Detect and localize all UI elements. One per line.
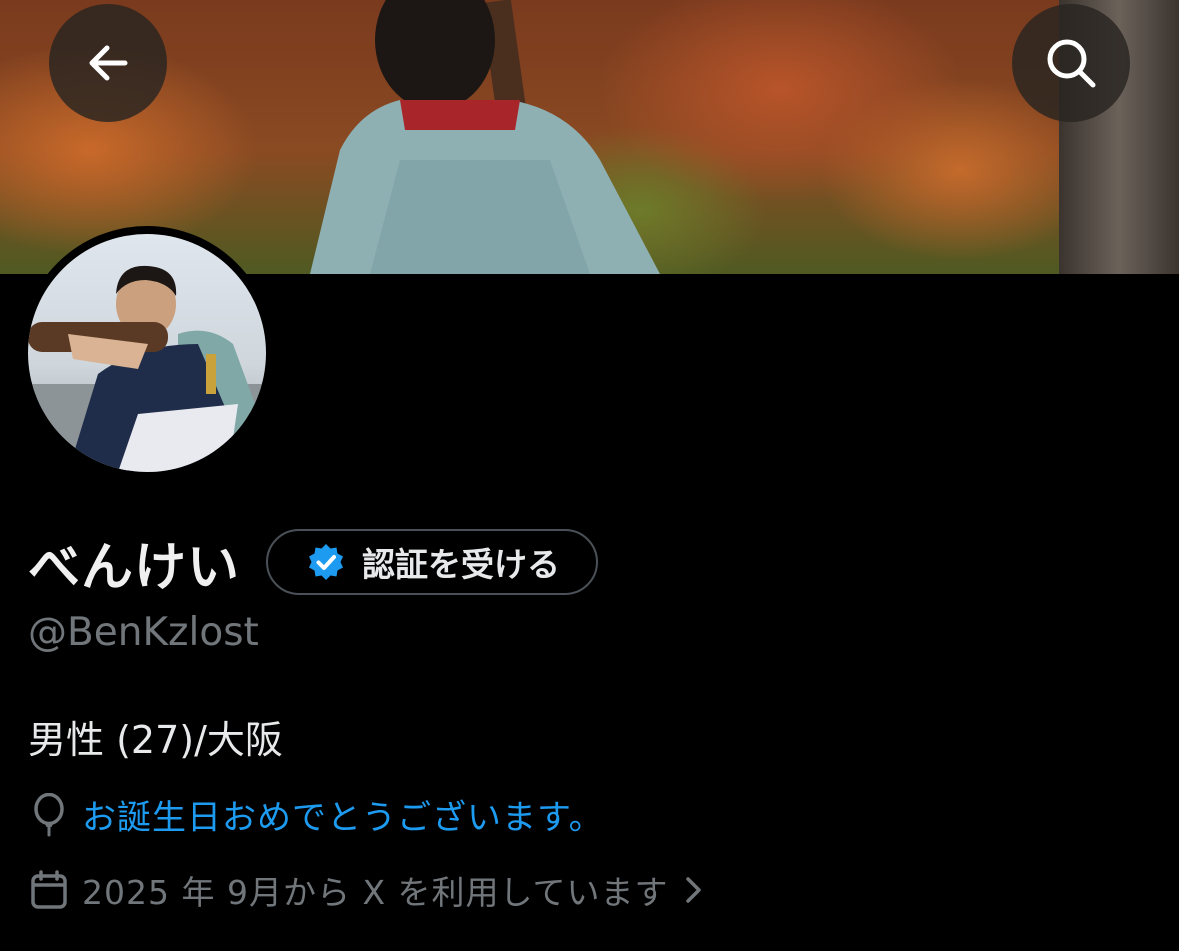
- get-verified-label: 認証を受ける: [362, 545, 561, 584]
- profile-name-row: べんけい 認証を受ける: [28, 527, 599, 598]
- avatar-photo: [28, 234, 266, 472]
- back-button[interactable]: [49, 4, 167, 122]
- calendar-icon: [31, 870, 67, 909]
- search-button[interactable]: [1012, 4, 1130, 122]
- birthday-text: お誕生日おめでとうございます。: [82, 798, 604, 838]
- arrow-left-icon: [89, 45, 128, 81]
- get-verified-button[interactable]: 認証を受ける: [266, 529, 599, 595]
- display-name: べんけい: [28, 537, 241, 598]
- search-icon: [1047, 39, 1096, 88]
- profile-bio: 男性 (27)/大阪: [28, 718, 283, 762]
- banner-photo-figure: [310, 0, 660, 274]
- avatar-figure: [28, 265, 266, 472]
- chevron-right-icon: [685, 877, 701, 903]
- verified-badge-icon: [309, 544, 344, 580]
- profile-handle: @BenKzlost: [28, 610, 259, 655]
- balloon-icon: [34, 792, 64, 836]
- joined-date-row[interactable]: 2025 年 9月から X を利用しています: [30, 866, 703, 914]
- joined-date-text: 2025 年 9月から X を利用しています: [82, 873, 669, 912]
- profile-avatar[interactable]: [20, 226, 274, 480]
- birthday-row[interactable]: お誕生日おめでとうございます。: [30, 790, 604, 839]
